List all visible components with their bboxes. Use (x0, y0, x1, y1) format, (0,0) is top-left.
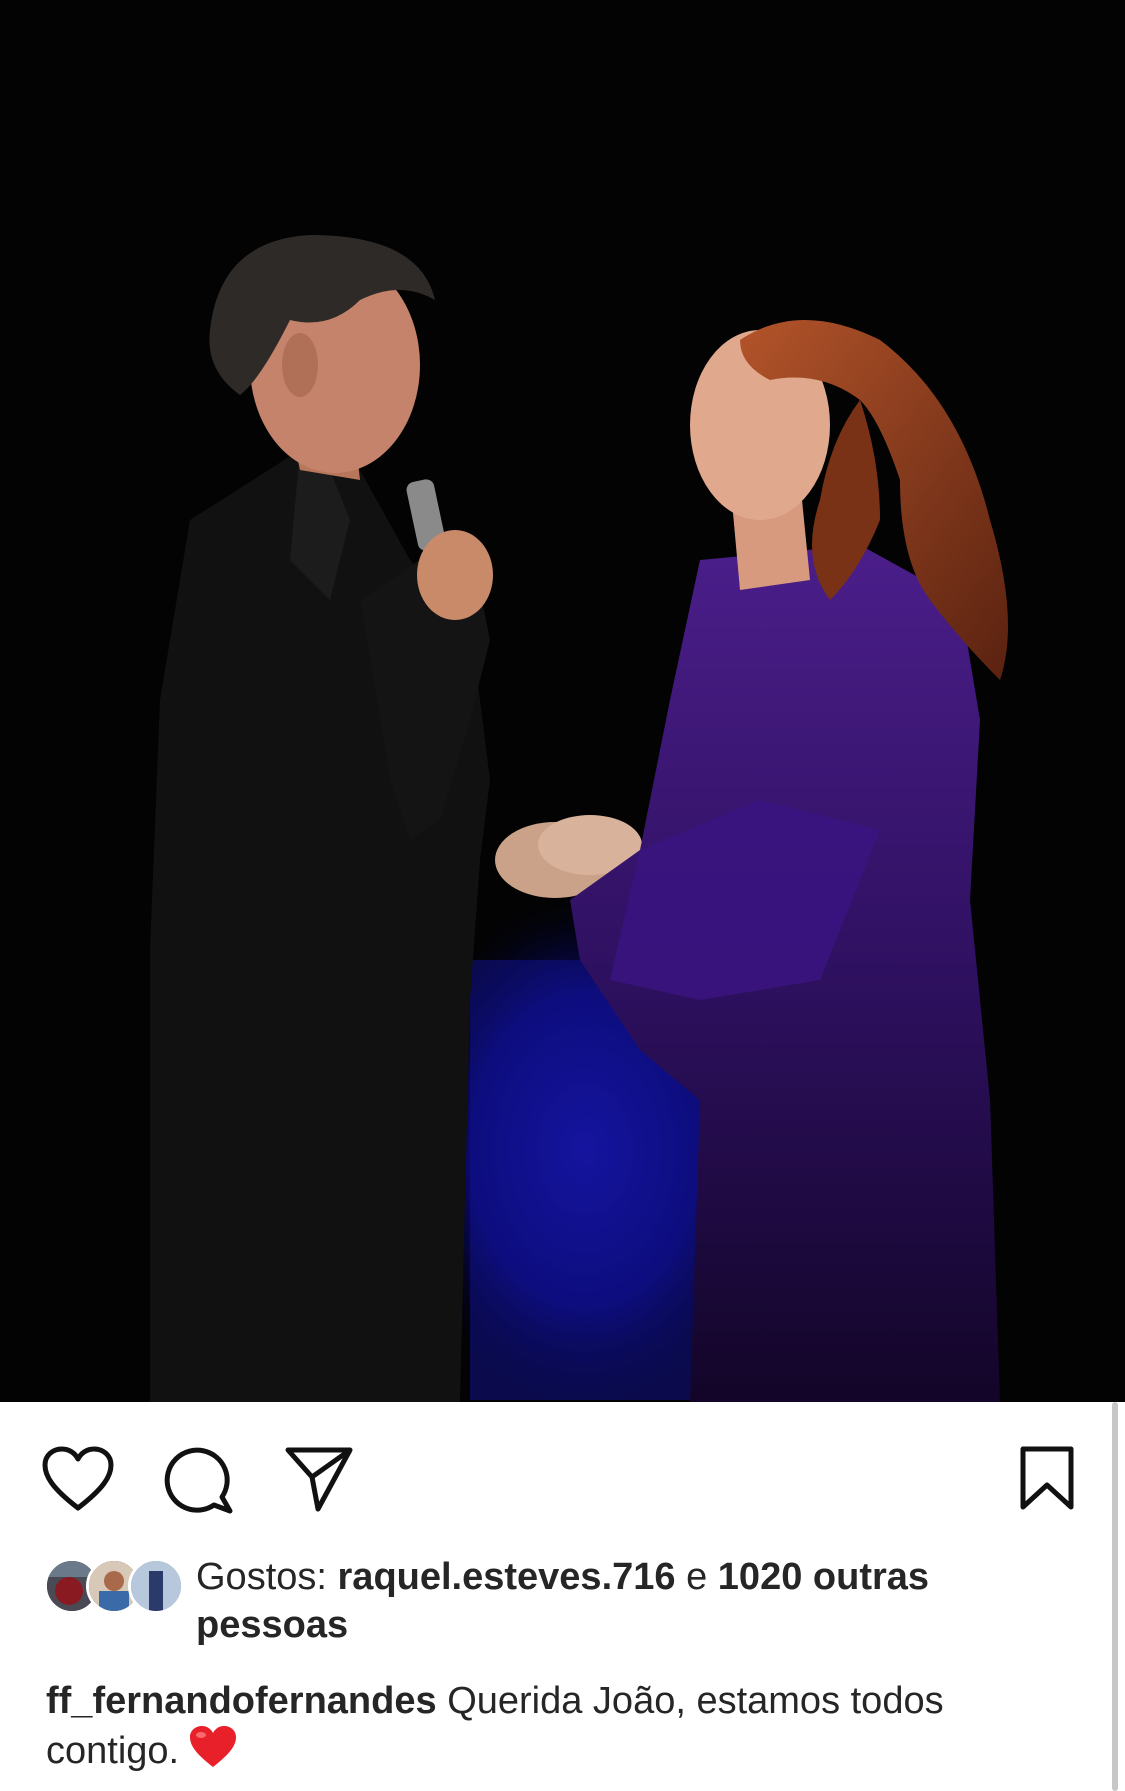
caption-username[interactable]: ff_fernandofernandes (46, 1680, 437, 1722)
post-action-bar (0, 1402, 1125, 1544)
likes-prefix: Gostos: (196, 1556, 327, 1598)
likes-connector: e (686, 1556, 708, 1598)
avatar (128, 1558, 184, 1614)
heart-outline-icon[interactable] (42, 1446, 114, 1512)
stage-photo-illustration (0, 0, 1125, 1402)
liker-avatars[interactable] (44, 1558, 184, 1614)
red-heart-emoji-icon (189, 1725, 237, 1781)
bookmark-outline-icon[interactable] (1018, 1445, 1076, 1511)
likes-text: Gostos: raquel.esteves.716 e 1020 outras… (196, 1553, 1076, 1649)
post-caption: ff_fernandofernandes Querida João, estam… (46, 1677, 1086, 1781)
likes-row: Gostos: raquel.esteves.716 e 1020 outras… (44, 1553, 1084, 1653)
scrollbar[interactable] (1112, 1402, 1118, 1791)
post-photo[interactable] (0, 0, 1125, 1402)
paper-plane-icon[interactable] (284, 1445, 354, 1513)
comment-bubble-icon[interactable] (164, 1445, 234, 1515)
first-liker-link[interactable]: raquel.esteves.716 (338, 1556, 676, 1598)
